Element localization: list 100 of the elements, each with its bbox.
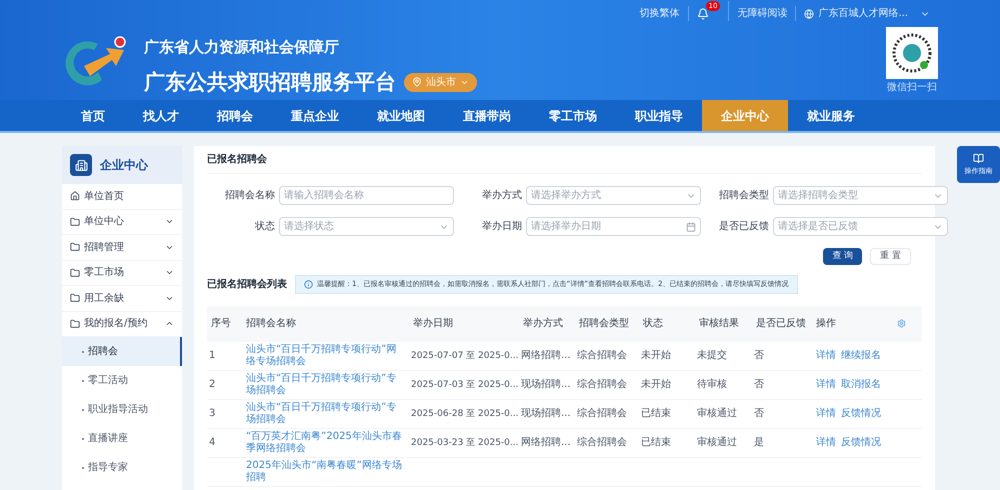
action-link[interactable]: 详情 <box>816 348 836 364</box>
location-badge[interactable]: 汕头市 <box>404 72 477 92</box>
column-header: 招聘会类型 <box>578 318 630 330</box>
table-cell-text: 已结束 <box>640 408 672 420</box>
sidebar-subitem[interactable]: 指导专家 <box>62 453 182 482</box>
book-icon <box>973 152 984 164</box>
top-link[interactable]: 切换繁体 <box>632 6 689 21</box>
table-cell-text: 未开始 <box>640 350 672 362</box>
nav-tab[interactable]: 找人才 <box>124 100 198 131</box>
info-icon <box>304 280 313 289</box>
table-cell-text: 4 <box>208 436 216 449</box>
top-link[interactable]: 无障碍阅读 <box>729 6 796 21</box>
calendar-icon <box>686 222 696 232</box>
sidebar-subitem[interactable]: 招聘会 <box>62 337 182 366</box>
column-header: 是否已反馈 <box>755 318 807 330</box>
action-link[interactable]: 反馈情况 <box>841 406 881 422</box>
action-link[interactable]: 详情 <box>816 435 836 450</box>
select-field[interactable]: 请选择是否已反馈 <box>773 217 948 236</box>
sidebar-item[interactable]: 招聘管理 <box>62 235 182 260</box>
panel-title: 已报名招聘会 <box>207 152 267 167</box>
folder-icon <box>70 242 80 252</box>
column-header: 招聘会名称 <box>245 318 297 330</box>
sidebar-subitem[interactable]: 职业指导活动 <box>62 395 182 424</box>
table-cell-text: 3 <box>208 408 216 420</box>
nav-tab[interactable]: 职业指导 <box>616 100 702 131</box>
fair-name-link[interactable]: 汕头市“百日千万招聘专项行动”专场招聘会 <box>242 372 409 397</box>
table-cell-text: 是 <box>753 436 765 449</box>
table-cell-text: 综合招聘会 <box>576 408 628 420</box>
table-cell-text: 综合招聘会 <box>576 436 628 449</box>
nav-tab[interactable]: 就业服务 <box>788 100 874 131</box>
filter-label: 招聘会类型 <box>718 188 770 203</box>
list-title: 已报名招聘会列表 <box>207 278 287 292</box>
sidebar-subitem[interactable]: 直播讲座 <box>62 424 182 453</box>
nav-tab[interactable]: 招聘会 <box>198 100 272 131</box>
table-cell-text: 待审核 <box>696 378 728 391</box>
fair-name-link[interactable]: 汕头市“百日千万招聘专项行动”网络专场招聘会 <box>242 344 409 368</box>
table-cell-text: 网络招聘... <box>520 350 572 362</box>
pin-icon <box>412 77 422 88</box>
table-cell-text: 现场招聘... <box>520 378 572 391</box>
reset-button[interactable]: 重 置 <box>870 248 911 265</box>
table-cell-text: 审核通过 <box>696 408 738 420</box>
select-field[interactable]: 请选择状态 <box>279 217 454 236</box>
table-cell-text: 网络招聘... <box>520 436 572 449</box>
column-header: 举办日期 <box>412 318 454 330</box>
nav-tab[interactable]: 企业中心 <box>702 100 788 131</box>
table-cell-text: 否 <box>753 378 765 391</box>
nav-tab[interactable]: 直播带岗 <box>444 100 530 131</box>
sidebar-title: 企业中心 <box>100 157 148 174</box>
sidebar-subitem[interactable]: 零工活动 <box>62 366 182 395</box>
table-cell-text: 2025-06-28 至 2025-0... <box>410 408 519 420</box>
nav-tab[interactable]: 首页 <box>62 100 124 131</box>
building-icon <box>70 154 92 176</box>
table-cell-text: 综合招聘会 <box>576 378 628 391</box>
table-cell-text: 2025-07-07 至 2025-0... <box>410 350 519 362</box>
folder-icon <box>70 318 80 329</box>
qr-caption: 微信扫一扫 <box>887 80 937 95</box>
home-icon <box>70 191 80 202</box>
table-cell-text: 2025-03-23 至 2025-0... <box>410 436 519 449</box>
qr-code-icon <box>886 27 938 79</box>
input-field[interactable]: 请输入招聘会名称 <box>279 186 454 205</box>
table-cell-text: 2 <box>208 378 216 391</box>
table-cell-text: 2025-07-03 至 2025-0... <box>410 378 519 391</box>
folder-icon <box>70 293 80 304</box>
table-cell-text: 审核通过 <box>696 436 738 449</box>
fair-name-link[interactable]: “百万英才汇南粤”2025年汕头市春季网络招聘会 <box>242 430 409 455</box>
org-name: 广东省人力资源和社会保障厅 <box>144 37 340 58</box>
action-link[interactable]: 详情 <box>816 406 836 422</box>
sidebar-item[interactable]: 零工市场 <box>62 260 182 286</box>
filter-label: 是否已反馈 <box>718 220 770 234</box>
site-switcher[interactable]: 广东百城人才网络... <box>796 6 938 21</box>
search-button[interactable]: 查 询 <box>823 248 862 265</box>
table-cell-text: 否 <box>753 408 765 420</box>
settings-icon[interactable] <box>897 319 906 328</box>
table-cell-text: 综合招聘会 <box>576 350 628 362</box>
nav-tab[interactable]: 就业地图 <box>358 100 444 131</box>
column-header: 审核结果 <box>698 318 740 330</box>
filter-label: 招聘会名称 <box>224 188 276 203</box>
column-header: 状态 <box>642 318 664 330</box>
column-header: 序号 <box>210 318 232 330</box>
bell-button[interactable] <box>696 8 709 20</box>
sidebar-item[interactable]: 单位中心 <box>62 210 182 235</box>
select-field[interactable]: 请选择举办方式 <box>526 186 701 205</box>
action-link[interactable]: 详情 <box>816 377 836 392</box>
filter-label: 举办日期 <box>481 220 523 234</box>
table-cell-text: 未提交 <box>696 350 728 362</box>
action-link[interactable]: 继续报名 <box>841 348 881 364</box>
action-link[interactable]: 取消报名 <box>841 377 881 392</box>
fair-name-link[interactable]: 2025年汕头市“南粤春暖”网络专场招聘 <box>242 460 409 484</box>
select-field[interactable]: 请选择招聘会类型 <box>773 186 948 205</box>
sidebar-item[interactable]: 单位首页 <box>62 184 182 210</box>
action-link[interactable]: 反馈情况 <box>841 435 881 450</box>
table-cell-text: 否 <box>753 350 765 362</box>
platform-title: 广东公共求职招聘服务平台 <box>144 68 396 96</box>
sidebar-item[interactable]: 用工余缺 <box>62 286 182 312</box>
table-cell-text: 未开始 <box>640 378 672 391</box>
nav-tab[interactable]: 零工市场 <box>530 100 616 131</box>
table-cell-text: 已结束 <box>640 436 672 449</box>
fair-name-link[interactable]: 汕头市“百日千万招聘专项行动”专场招聘会 <box>242 402 409 426</box>
date-field[interactable]: 请选择举办日期 <box>526 217 701 236</box>
nav-tab[interactable]: 重点企业 <box>272 100 358 131</box>
